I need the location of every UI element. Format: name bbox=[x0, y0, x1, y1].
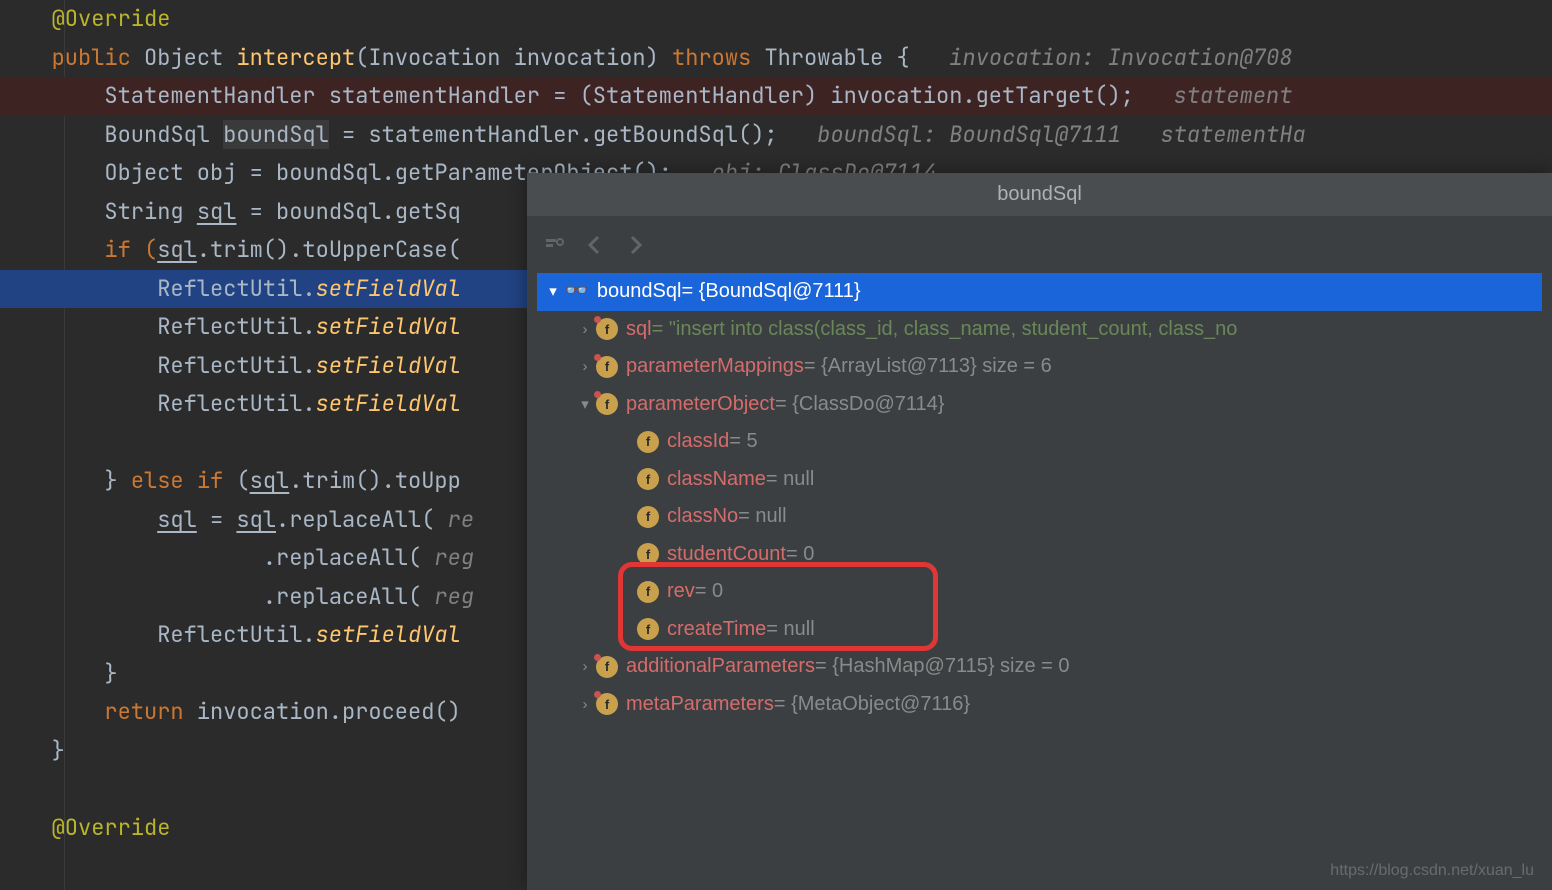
back-icon[interactable] bbox=[583, 233, 607, 257]
field-icon: f bbox=[637, 618, 659, 640]
tree-node[interactable]: ▾ f parameterObject = {ClassDo@7114} bbox=[537, 386, 1542, 424]
field-icon: f bbox=[637, 581, 659, 603]
forward-icon[interactable] bbox=[623, 233, 647, 257]
var-name: studentCount bbox=[667, 536, 786, 574]
glasses-icon: 👓 bbox=[564, 273, 589, 311]
filter-icon[interactable] bbox=[543, 233, 567, 257]
field-icon: f bbox=[596, 693, 618, 715]
watermark: https://blog.csdn.net/xuan_lu bbox=[1330, 862, 1534, 880]
var-value: = {HashMap@7115} size = 0 bbox=[815, 648, 1070, 686]
var-name: sql bbox=[626, 311, 652, 349]
var-name: additionalParameters bbox=[626, 648, 815, 686]
chevron-right-icon[interactable]: › bbox=[574, 648, 596, 686]
tree-node[interactable]: › f additionalParameters = {HashMap@7115… bbox=[537, 648, 1542, 686]
var-value: = 5 bbox=[729, 423, 757, 461]
field-icon: f bbox=[596, 393, 618, 415]
var-name: classNo bbox=[667, 498, 738, 536]
var-name: parameterMappings bbox=[626, 348, 804, 386]
field-icon: f bbox=[637, 431, 659, 453]
debugger-title: boundSql bbox=[527, 173, 1552, 216]
var-name: metaParameters bbox=[626, 686, 774, 724]
var-value: = {ClassDo@7114} bbox=[775, 386, 944, 424]
chevron-right-icon[interactable]: › bbox=[574, 686, 596, 724]
code-line: BoundSql boundSql = statementHandler.get… bbox=[0, 116, 1552, 155]
var-name: parameterObject bbox=[626, 386, 775, 424]
tree-node[interactable]: f rev = 0 bbox=[537, 573, 1542, 611]
var-name: className bbox=[667, 461, 766, 499]
var-name: classId bbox=[667, 423, 729, 461]
tree-node[interactable]: › f metaParameters = {MetaObject@7116} bbox=[537, 686, 1542, 724]
tree-node[interactable]: f classNo = null bbox=[537, 498, 1542, 536]
code-line: public Object intercept(Invocation invoc… bbox=[0, 39, 1552, 78]
var-value: = 0 bbox=[786, 536, 814, 574]
code-line: StatementHandler statementHandler = (Sta… bbox=[0, 77, 1552, 116]
chevron-down-icon[interactable]: ▾ bbox=[542, 273, 564, 311]
field-icon: f bbox=[637, 543, 659, 565]
variable-tree[interactable]: ▾ 👓 boundSql = {BoundSql@7111} › f sql =… bbox=[527, 273, 1552, 890]
tree-root[interactable]: ▾ 👓 boundSql = {BoundSql@7111} bbox=[537, 273, 1542, 311]
var-value: = "insert into class(class_id, class_nam… bbox=[652, 311, 1238, 349]
var-name: rev bbox=[667, 573, 695, 611]
tree-node[interactable]: › f parameterMappings = {ArrayList@7113}… bbox=[537, 348, 1542, 386]
code-line: @Override bbox=[0, 0, 1552, 39]
var-value: = {ArrayList@7113} size = 6 bbox=[804, 348, 1052, 386]
field-icon: f bbox=[596, 318, 618, 340]
chevron-right-icon[interactable]: › bbox=[574, 348, 596, 386]
tree-node[interactable]: f className = null bbox=[537, 461, 1542, 499]
var-name: boundSql bbox=[597, 273, 682, 311]
var-value: = {MetaObject@7116} bbox=[774, 686, 970, 724]
field-icon: f bbox=[637, 468, 659, 490]
debugger-panel: boundSql ▾ 👓 boundSql = {BoundSql@7111} … bbox=[527, 173, 1552, 890]
var-value: = null bbox=[738, 498, 786, 536]
var-name: createTime bbox=[667, 611, 766, 649]
var-value: = null bbox=[766, 611, 814, 649]
debugger-toolbar bbox=[527, 216, 1552, 273]
tree-node[interactable]: f classId = 5 bbox=[537, 423, 1542, 461]
tree-node[interactable]: f studentCount = 0 bbox=[537, 536, 1542, 574]
tree-node[interactable]: f createTime = null bbox=[537, 611, 1542, 649]
var-value: = null bbox=[766, 461, 814, 499]
var-value: = 0 bbox=[695, 573, 723, 611]
tree-node[interactable]: › f sql = "insert into class(class_id, c… bbox=[537, 311, 1542, 349]
chevron-right-icon[interactable]: › bbox=[574, 311, 596, 349]
field-icon: f bbox=[637, 506, 659, 528]
var-value: = {BoundSql@7111} bbox=[681, 273, 860, 311]
field-icon: f bbox=[596, 356, 618, 378]
chevron-down-icon[interactable]: ▾ bbox=[574, 386, 596, 424]
field-icon: f bbox=[596, 656, 618, 678]
